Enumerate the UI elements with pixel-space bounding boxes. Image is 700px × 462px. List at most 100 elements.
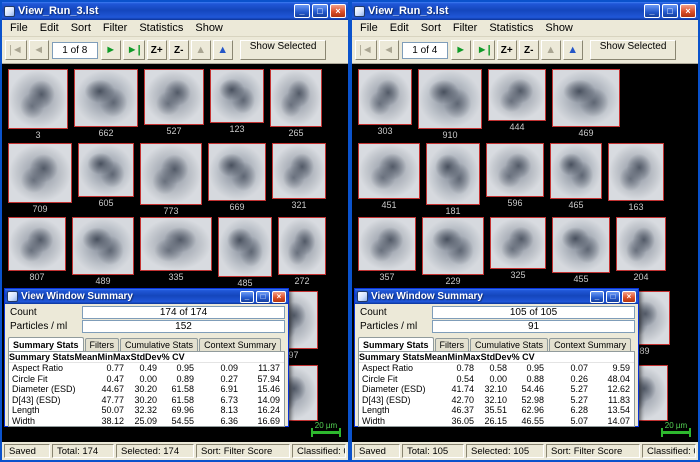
menu-item[interactable]: Filter: [97, 21, 133, 35]
particle-image[interactable]: [218, 217, 272, 277]
particle-image[interactable]: [272, 143, 326, 199]
summary-tab[interactable]: Context Summary: [199, 338, 282, 351]
summary-titlebar[interactable]: View Window Summary _ □ ×: [355, 289, 638, 304]
particle-image[interactable]: [278, 217, 326, 275]
menu-item[interactable]: Statistics: [133, 21, 189, 35]
minimize-button[interactable]: _: [644, 4, 660, 18]
particle-image[interactable]: [422, 217, 484, 275]
particle-image[interactable]: [8, 217, 66, 271]
close-button[interactable]: ×: [272, 290, 286, 303]
last-page-button[interactable]: ►|: [472, 40, 495, 60]
particle-thumbnail[interactable]: 455: [552, 217, 610, 284]
particle-thumbnail[interactable]: 272: [278, 217, 326, 286]
previous-page-button[interactable]: ◄: [378, 40, 399, 60]
previous-page-button[interactable]: ◄: [28, 40, 49, 60]
particle-image[interactable]: [552, 69, 620, 127]
particle-image[interactable]: [418, 69, 482, 129]
summary-tab[interactable]: Context Summary: [549, 338, 632, 351]
close-button[interactable]: ×: [622, 290, 636, 303]
particle-thumbnail[interactable]: 123: [210, 69, 264, 134]
particle-thumbnail[interactable]: 662: [74, 69, 138, 138]
particle-thumbnail[interactable]: 451: [358, 143, 420, 210]
page-indicator-input[interactable]: [51, 41, 98, 59]
particle-thumbnail[interactable]: 485: [218, 217, 272, 288]
zoom-in-button[interactable]: Z+: [146, 40, 167, 60]
particle-thumbnail[interactable]: 469: [552, 69, 620, 138]
particle-thumbnail[interactable]: 669: [208, 143, 266, 212]
particle-thumbnail[interactable]: 489: [72, 217, 134, 286]
menu-item[interactable]: Statistics: [483, 21, 539, 35]
particle-image[interactable]: [358, 69, 412, 125]
move-up-button[interactable]: ▲: [212, 40, 233, 60]
next-page-button[interactable]: ►: [450, 40, 471, 60]
close-button[interactable]: ×: [330, 4, 346, 18]
particle-thumbnail[interactable]: 265: [270, 69, 322, 138]
particle-image[interactable]: [140, 143, 202, 205]
close-button[interactable]: ×: [680, 4, 696, 18]
page-indicator-input[interactable]: [401, 41, 448, 59]
particle-thumbnail[interactable]: 709: [8, 143, 72, 214]
summary-tab[interactable]: Cumulative Stats: [470, 338, 549, 351]
menu-item[interactable]: Sort: [65, 21, 97, 35]
zoom-in-button[interactable]: Z+: [496, 40, 517, 60]
last-page-button[interactable]: ►|: [122, 40, 145, 60]
show-selected-button[interactable]: Show Selected: [589, 40, 677, 60]
particle-image[interactable]: [8, 143, 72, 203]
first-page-button[interactable]: |◄: [5, 40, 27, 60]
particle-image[interactable]: [72, 217, 134, 275]
particle-image[interactable]: [358, 217, 416, 271]
maximize-button[interactable]: □: [312, 4, 328, 18]
particle-image[interactable]: [74, 69, 138, 127]
minimize-button[interactable]: _: [240, 290, 254, 303]
menu-item[interactable]: Sort: [415, 21, 447, 35]
particle-thumbnail[interactable]: 163: [608, 143, 664, 212]
summary-tab[interactable]: Summary Stats: [358, 337, 434, 351]
particle-thumbnail[interactable]: 303: [358, 69, 412, 136]
particle-image[interactable]: [552, 217, 610, 273]
particle-image[interactable]: [270, 69, 322, 127]
particle-image[interactable]: [490, 217, 546, 269]
summary-titlebar[interactable]: View Window Summary _ □ ×: [5, 289, 288, 304]
menu-item[interactable]: Show: [189, 21, 229, 35]
maximize-button[interactable]: □: [256, 290, 270, 303]
menu-item[interactable]: File: [4, 21, 34, 35]
particle-image[interactable]: [550, 143, 602, 199]
particle-thumbnail[interactable]: 229: [422, 217, 484, 286]
particle-thumbnail[interactable]: 444: [488, 69, 546, 132]
particle-image[interactable]: [140, 217, 212, 271]
particle-thumbnail[interactable]: 3: [8, 69, 68, 140]
window-titlebar[interactable]: View_Run_3.lst _ □ ×: [2, 2, 348, 20]
particle-image[interactable]: [426, 143, 480, 205]
particle-thumbnail[interactable]: 357: [358, 217, 416, 282]
particle-image[interactable]: [486, 143, 544, 197]
particle-thumbnail[interactable]: 321: [272, 143, 326, 210]
disabled-tool-button[interactable]: ▲: [540, 40, 561, 60]
minimize-button[interactable]: _: [590, 290, 604, 303]
particle-thumbnail[interactable]: 596: [486, 143, 544, 208]
particle-thumbnail[interactable]: 181: [426, 143, 480, 216]
maximize-button[interactable]: □: [662, 4, 678, 18]
zoom-out-button[interactable]: Z-: [168, 40, 189, 60]
maximize-button[interactable]: □: [606, 290, 620, 303]
menu-item[interactable]: Show: [539, 21, 579, 35]
particle-image[interactable]: [616, 217, 666, 271]
first-page-button[interactable]: |◄: [355, 40, 377, 60]
minimize-button[interactable]: _: [294, 4, 310, 18]
particle-image[interactable]: [488, 69, 546, 121]
particle-image[interactable]: [78, 143, 134, 197]
menu-item[interactable]: File: [354, 21, 384, 35]
zoom-out-button[interactable]: Z-: [518, 40, 539, 60]
move-up-button[interactable]: ▲: [562, 40, 583, 60]
menu-item[interactable]: Edit: [34, 21, 65, 35]
particle-image[interactable]: [144, 69, 204, 125]
particle-image[interactable]: [8, 69, 68, 129]
particle-image[interactable]: [608, 143, 664, 201]
menu-item[interactable]: Edit: [384, 21, 415, 35]
show-selected-button[interactable]: Show Selected: [239, 40, 327, 60]
particle-thumbnail[interactable]: 605: [78, 143, 134, 208]
summary-tab[interactable]: Filters: [434, 338, 470, 351]
next-page-button[interactable]: ►: [100, 40, 121, 60]
particle-thumbnail[interactable]: 335: [140, 217, 212, 282]
disabled-tool-button[interactable]: ▲: [190, 40, 211, 60]
particle-image[interactable]: [358, 143, 420, 199]
